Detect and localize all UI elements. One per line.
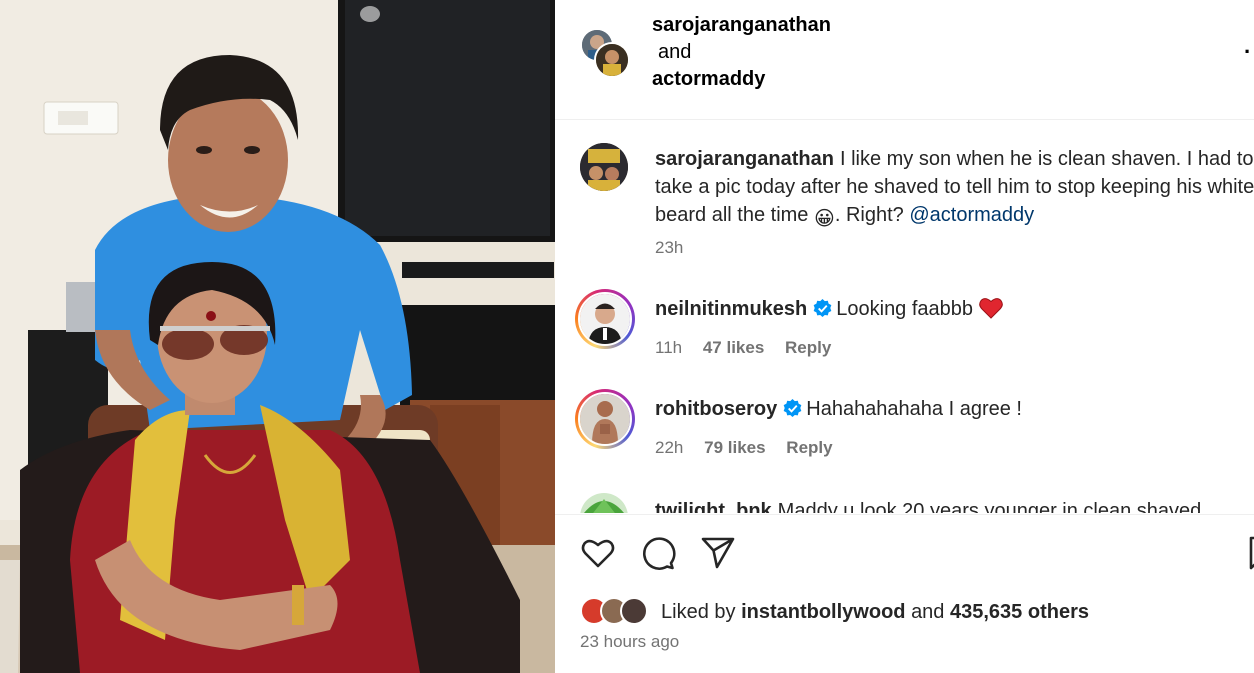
caption-meta: 23h: [655, 237, 699, 259]
share-icon[interactable]: [700, 535, 736, 571]
liked-by-prefix: Liked by: [661, 601, 736, 623]
post-photo-illustration: [0, 0, 555, 673]
caption-time[interactable]: 23h: [655, 238, 683, 257]
liked-by-and: and: [911, 601, 945, 623]
reply-button[interactable]: Reply: [785, 338, 831, 357]
comment-likes[interactable]: 79 likes: [704, 438, 765, 457]
comment-avatar-neilnitinmukesh[interactable]: [575, 289, 635, 349]
comment-meta: 11h 47 likes Reply: [655, 337, 847, 359]
post-header: sarojaranganathan and actormaddy ·: [555, 0, 1254, 120]
collab-usernames: sarojaranganathan and actormaddy: [652, 12, 831, 93]
heart-icon[interactable]: [580, 535, 616, 571]
liked-by-text: Liked by instantbollywood and 435,635 ot…: [661, 599, 1089, 625]
comment-likes[interactable]: 47 likes: [703, 338, 764, 357]
comment-avatar-rohitboseroy[interactable]: [575, 389, 635, 449]
comment-body: Looking faabbb: [836, 298, 974, 320]
more-options-icon[interactable]: ·: [1244, 40, 1254, 64]
comments-list[interactable]: sarojaranganathan I like my son when he i…: [555, 121, 1254, 513]
post-photo[interactable]: [0, 0, 555, 673]
comment-body: Maddy u look 20 years younger in clean s…: [777, 500, 1202, 513]
comment-body: Hahahahahaha I agree !: [806, 398, 1022, 420]
verified-badge-icon: [783, 399, 802, 418]
comment-meta: 22h 79 likes Reply: [655, 437, 849, 459]
caption-body-end: . Right?: [834, 204, 904, 226]
grinning-emoji-icon: 😀: [813, 208, 835, 230]
reply-button[interactable]: Reply: [786, 438, 832, 457]
caption-username[interactable]: sarojaranganathan: [655, 148, 834, 170]
liked-by-avatars[interactable]: [580, 597, 660, 627]
avatar-actormaddy[interactable]: [594, 42, 630, 78]
comment-text: twilight_bnk Maddy u look 20 years younge…: [655, 497, 1254, 513]
comment-text: neilnitinmukesh Looking faabbb: [655, 295, 1254, 323]
post-actions: Liked by instantbollywood and 435,635 ot…: [555, 514, 1254, 673]
caption-text: sarojaranganathan I like my son when he i…: [655, 145, 1254, 233]
comment-avatar-twilight-bnk[interactable]: [580, 493, 628, 513]
comment-time[interactable]: 11h: [655, 338, 682, 357]
comment-time[interactable]: 22h: [655, 438, 683, 457]
comment-username[interactable]: rohitboseroy: [655, 398, 777, 420]
liked-by-user[interactable]: instantbollywood: [741, 601, 905, 623]
verified-badge-icon: [813, 299, 832, 318]
post-details-pane: sarojaranganathan and actormaddy · saroj…: [555, 0, 1254, 673]
header-username-2[interactable]: actormaddy: [652, 66, 831, 93]
red-heart-emoji-icon: [978, 298, 1003, 319]
header-username-1[interactable]: sarojaranganathan: [652, 12, 831, 39]
header-conjunction: and: [658, 41, 692, 63]
bookmark-icon[interactable]: [1245, 535, 1254, 571]
comment-username[interactable]: twilight_bnk: [655, 500, 772, 513]
mention-link[interactable]: @actormaddy: [909, 204, 1034, 226]
post-timestamp[interactable]: 23 hours ago: [580, 631, 679, 653]
comment-username[interactable]: neilnitinmukesh: [655, 298, 807, 320]
comment-icon[interactable]: [640, 535, 676, 571]
caption-avatar[interactable]: [580, 143, 628, 191]
collab-avatars[interactable]: [580, 28, 632, 80]
liked-by-count[interactable]: 435,635 others: [950, 601, 1089, 623]
comment-text: rohitboseroy Hahahahahaha I agree !: [655, 395, 1254, 423]
liker-avatar: [620, 597, 648, 625]
